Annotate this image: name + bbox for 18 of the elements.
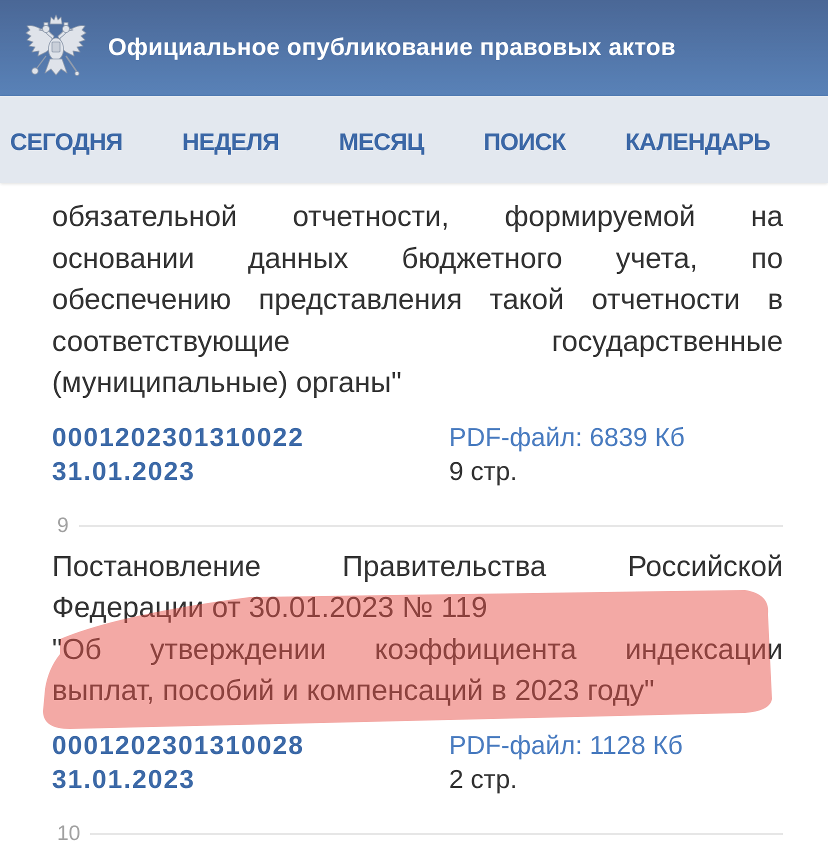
publication-date-link[interactable]: 31.01.2023 <box>52 762 196 796</box>
nav-tab[interactable]: СЕГОДНЯ <box>10 128 122 156</box>
nav-tab[interactable]: КАЛЕНДАРЬ <box>625 128 770 156</box>
document-title: обязательной отчетности, формируемой на основании данных бюджетного учета, по обеспечению представления такой отчетности в соответствующие государственные (муниципальные) органы" <box>52 200 783 401</box>
nav-tab[interactable]: НЕДЕЛЯ <box>182 128 280 156</box>
list-index: 9 <box>57 514 69 536</box>
pdf-file-link[interactable]: PDF-файл: 6839 Кб <box>449 420 685 454</box>
site-title: Официальное опубликование правовых актов <box>108 34 676 62</box>
nav-tab[interactable]: МЕСЯЦ <box>338 128 424 156</box>
nav-tab[interactable]: ПОИСК <box>483 128 566 156</box>
document-number-link[interactable]: 0001202301310022 <box>52 420 304 454</box>
publication-date-link[interactable]: 31.01.2023 <box>52 454 196 488</box>
document-title: Постановление Правительства Российской Федерации от 30.01.2023 № 119 <box>52 550 783 626</box>
list-index: 10 <box>57 822 80 844</box>
page-count: 9 стр. <box>449 454 518 488</box>
page-count: 2 стр. <box>449 762 518 796</box>
pdf-file-link[interactable]: PDF-файл: 1128 Кб <box>449 728 683 762</box>
document-number-link[interactable]: 0001202301310028 <box>52 728 304 762</box>
